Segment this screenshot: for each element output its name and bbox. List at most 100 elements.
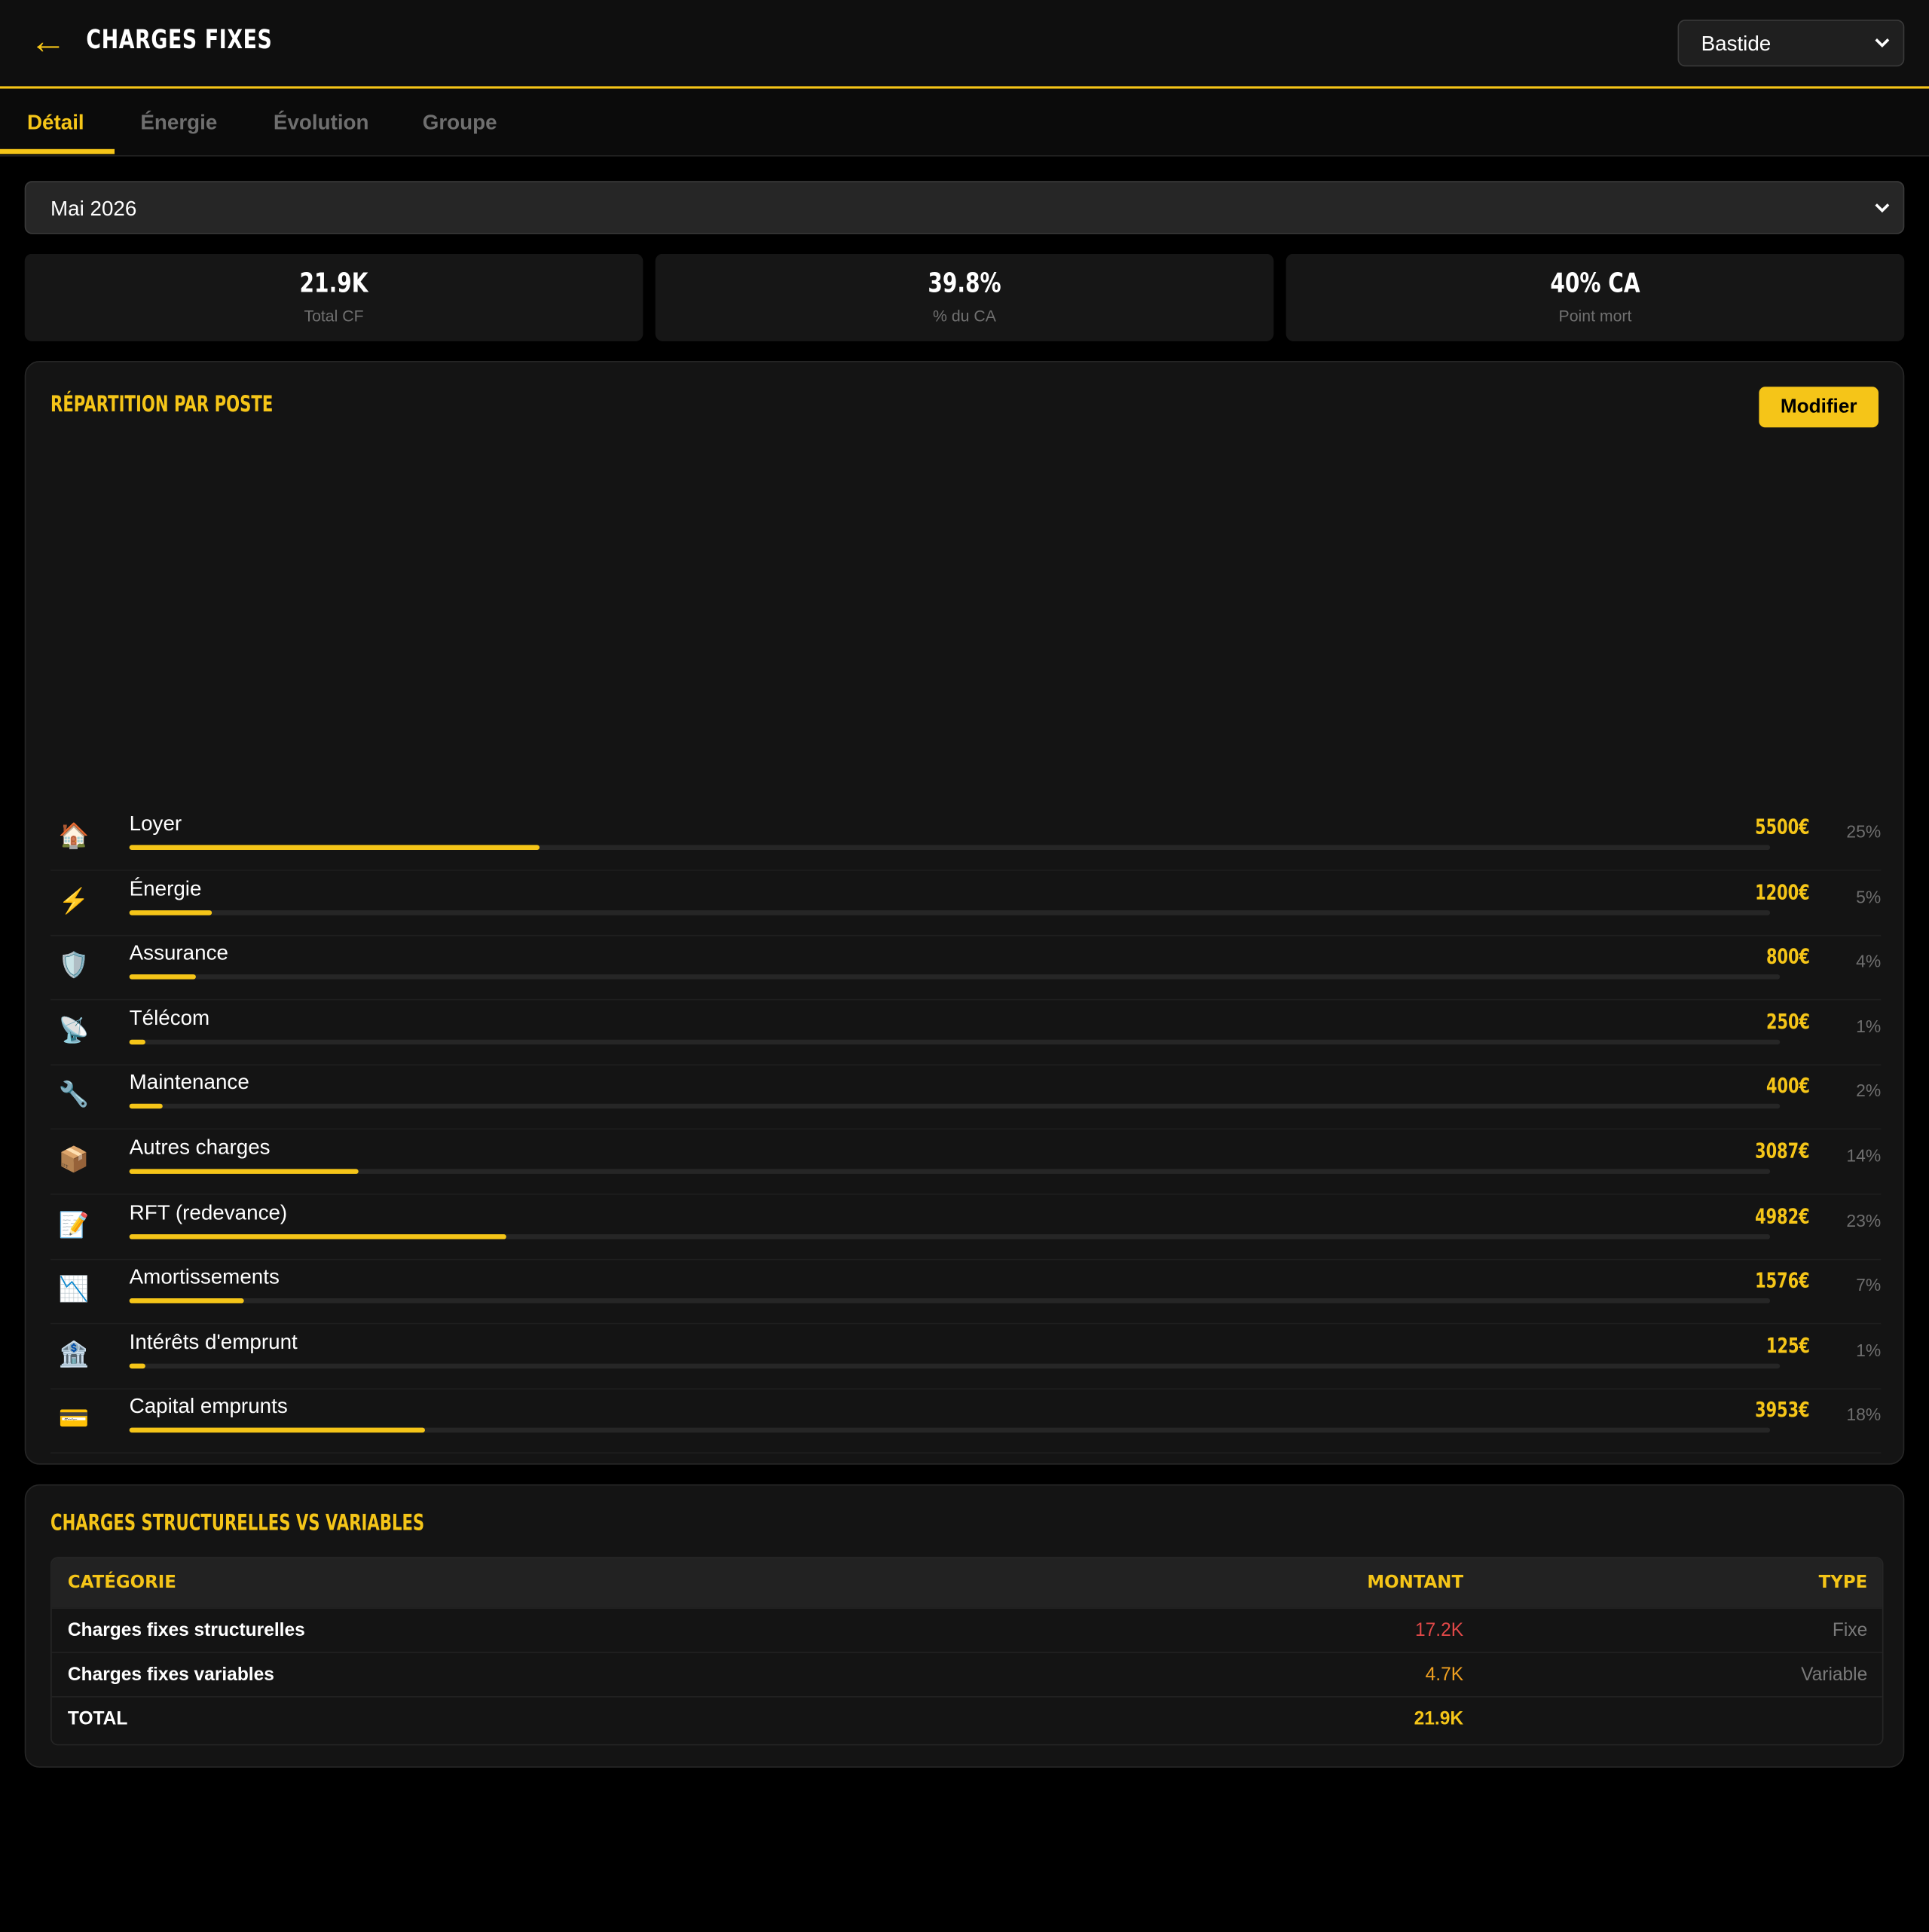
back-arrow-icon[interactable]: ←: [29, 20, 66, 64]
progress-track: [129, 1428, 1771, 1433]
breakdown-row-label: Télécom: [129, 1006, 210, 1030]
top-header: ← CHARGES FIXES Bastide: [0, 0, 1929, 89]
wrench-icon: 🔧: [58, 1081, 90, 1109]
tab-bar: Détail Énergie Évolution Groupe: [0, 88, 1929, 157]
kpi-value: 21.9K: [299, 268, 368, 300]
tab-evolution[interactable]: Évolution: [274, 111, 369, 136]
memo-icon: 📝: [58, 1211, 90, 1239]
breakdown-row-percent: 7%: [1856, 1275, 1882, 1295]
kpi-label: Total CF: [304, 307, 364, 326]
tab-groupe[interactable]: Groupe: [423, 111, 497, 136]
kpi-label: Point mort: [1558, 307, 1632, 326]
app-root: ← CHARGES FIXES Bastide Détail Énergie É…: [0, 0, 1929, 1768]
table-row: Charges fixes structurelles 17.2K Fixe: [51, 1607, 1882, 1652]
breakdown-row-percent: 2%: [1856, 1081, 1882, 1101]
breakdown-row-percent: 5%: [1856, 886, 1882, 906]
breakdown-row-percent: 4%: [1856, 951, 1882, 971]
breakdown-row-amount: 125€: [1765, 1334, 1810, 1359]
progress-track: [129, 845, 1771, 850]
breakdown-row-label: Énergie: [129, 876, 202, 900]
progress-fill: [129, 974, 196, 980]
breakdown-row-label: Autres charges: [129, 1136, 271, 1160]
breakdown-row-amount: 4982€: [1754, 1204, 1810, 1229]
breakdown-row: 📝 RFT (redevance) 4982€ 23%: [50, 1194, 1882, 1260]
progress-fill: [129, 1363, 145, 1368]
col-header-category: CATÉGORIE: [67, 1573, 176, 1593]
breakdown-row: 🛡️ Assurance 800€ 4%: [50, 935, 1882, 1001]
breakdown-row-amount: 400€: [1765, 1075, 1810, 1099]
period-select-value: Mai 2026: [50, 197, 137, 221]
row-amount: 17.2K: [1414, 1619, 1464, 1641]
kpi-value: 40% CA: [1550, 268, 1640, 300]
breakdown-row-label: Assurance: [129, 941, 228, 965]
progress-fill: [129, 1233, 506, 1239]
col-header-type: TYPE: [1818, 1573, 1868, 1593]
progress-fill: [129, 909, 212, 915]
active-tab-indicator: [0, 148, 115, 154]
tab-energie[interactable]: Énergie: [140, 111, 217, 136]
site-select-value: Bastide: [1701, 32, 1772, 56]
progress-fill: [129, 845, 540, 850]
shield-icon: 🛡️: [58, 952, 90, 980]
breakdown-row-amount: 1200€: [1754, 880, 1810, 905]
progress-fill: [129, 1039, 145, 1044]
breakdown-row: 🏦 Intérêts d'emprunt 125€ 1%: [50, 1324, 1882, 1389]
kpi-point-mort: 40% CA Point mort: [1285, 253, 1905, 341]
breakdown-row-label: Intérêts d'emprunt: [129, 1330, 298, 1354]
bank-icon: 🏦: [58, 1340, 90, 1368]
breakdown-row-percent: 25%: [1846, 821, 1882, 842]
site-select[interactable]: Bastide: [1677, 20, 1905, 67]
chevron-down-icon: [1875, 203, 1890, 213]
breakdown-row: 📉 Amortissements 1576€ 7%: [50, 1259, 1882, 1325]
breakdown-row-percent: 14%: [1846, 1145, 1882, 1166]
credit-card-icon: 💳: [58, 1405, 90, 1433]
breakdown-row-percent: 1%: [1856, 1016, 1882, 1036]
col-header-amount: MONTANT: [1367, 1573, 1464, 1593]
breakdown-row-amount: 800€: [1765, 945, 1810, 970]
breakdown-row: 💳 Capital emprunts 3953€ 18%: [50, 1389, 1882, 1454]
structure-title: CHARGES STRUCTURELLES VS VARIABLES: [50, 1510, 425, 1536]
modify-button[interactable]: Modifier: [1759, 387, 1879, 428]
chart-decreasing-icon: 📉: [58, 1276, 90, 1304]
progress-fill: [129, 1428, 425, 1433]
progress-track: [129, 909, 1771, 915]
table-header: CATÉGORIE MONTANT TYPE: [51, 1558, 1882, 1608]
row-category: Charges fixes variables: [67, 1664, 274, 1686]
breakdown-row-percent: 1%: [1856, 1340, 1882, 1360]
progress-track: [129, 974, 1781, 980]
tab-detail[interactable]: Détail: [27, 111, 84, 136]
breakdown-row-amount: 250€: [1765, 1010, 1810, 1035]
progress-track: [129, 1039, 1781, 1044]
package-icon: 📦: [58, 1146, 90, 1174]
lightning-icon: ⚡: [58, 887, 90, 915]
row-category: Charges fixes structurelles: [67, 1619, 305, 1641]
breakdown-row-percent: 23%: [1846, 1210, 1882, 1230]
structure-panel: CHARGES STRUCTURELLES VS VARIABLES CATÉG…: [24, 1484, 1905, 1768]
breakdown-row: 🔧 Maintenance 400€ 2%: [50, 1065, 1882, 1130]
kpi-pct-ca: 39.8% % du CA: [655, 253, 1274, 341]
breakdown-row-amount: 1576€: [1754, 1269, 1810, 1294]
page-title: CHARGES FIXES: [86, 24, 273, 54]
kpi-value: 39.8%: [928, 268, 1001, 300]
breakdown-row-amount: 3087€: [1754, 1139, 1810, 1164]
progress-fill: [129, 1169, 359, 1174]
period-select[interactable]: Mai 2026: [24, 181, 1905, 234]
kpi-total-cf: 21.9K Total CF: [24, 253, 644, 341]
progress-fill: [129, 1298, 244, 1304]
breakdown-row: ⚡ Énergie 1200€ 5%: [50, 870, 1882, 936]
breakdown-title: RÉPARTITION PAR POSTE: [50, 391, 274, 418]
progress-fill: [129, 1104, 163, 1109]
row-type: Variable: [1801, 1664, 1868, 1686]
row-amount: 21.9K: [1414, 1708, 1464, 1730]
breakdown-row-label: Capital emprunts: [129, 1395, 288, 1419]
house-icon: 🏠: [58, 823, 90, 850]
row-amount: 4.7K: [1425, 1664, 1464, 1686]
breakdown-row: 🏠 Loyer 5500€ 25%: [50, 806, 1882, 871]
progress-track: [129, 1233, 1771, 1239]
structure-table: CATÉGORIE MONTANT TYPE Charges fixes str…: [50, 1557, 1884, 1746]
breakdown-row: 📦 Autres charges 3087€ 14%: [50, 1130, 1882, 1195]
breakdown-row-amount: 3953€: [1754, 1399, 1810, 1423]
satellite-dish-icon: 📡: [58, 1016, 90, 1044]
breakdown-row-label: Maintenance: [129, 1071, 249, 1095]
breakdown-row-label: RFT (redevance): [129, 1200, 288, 1224]
